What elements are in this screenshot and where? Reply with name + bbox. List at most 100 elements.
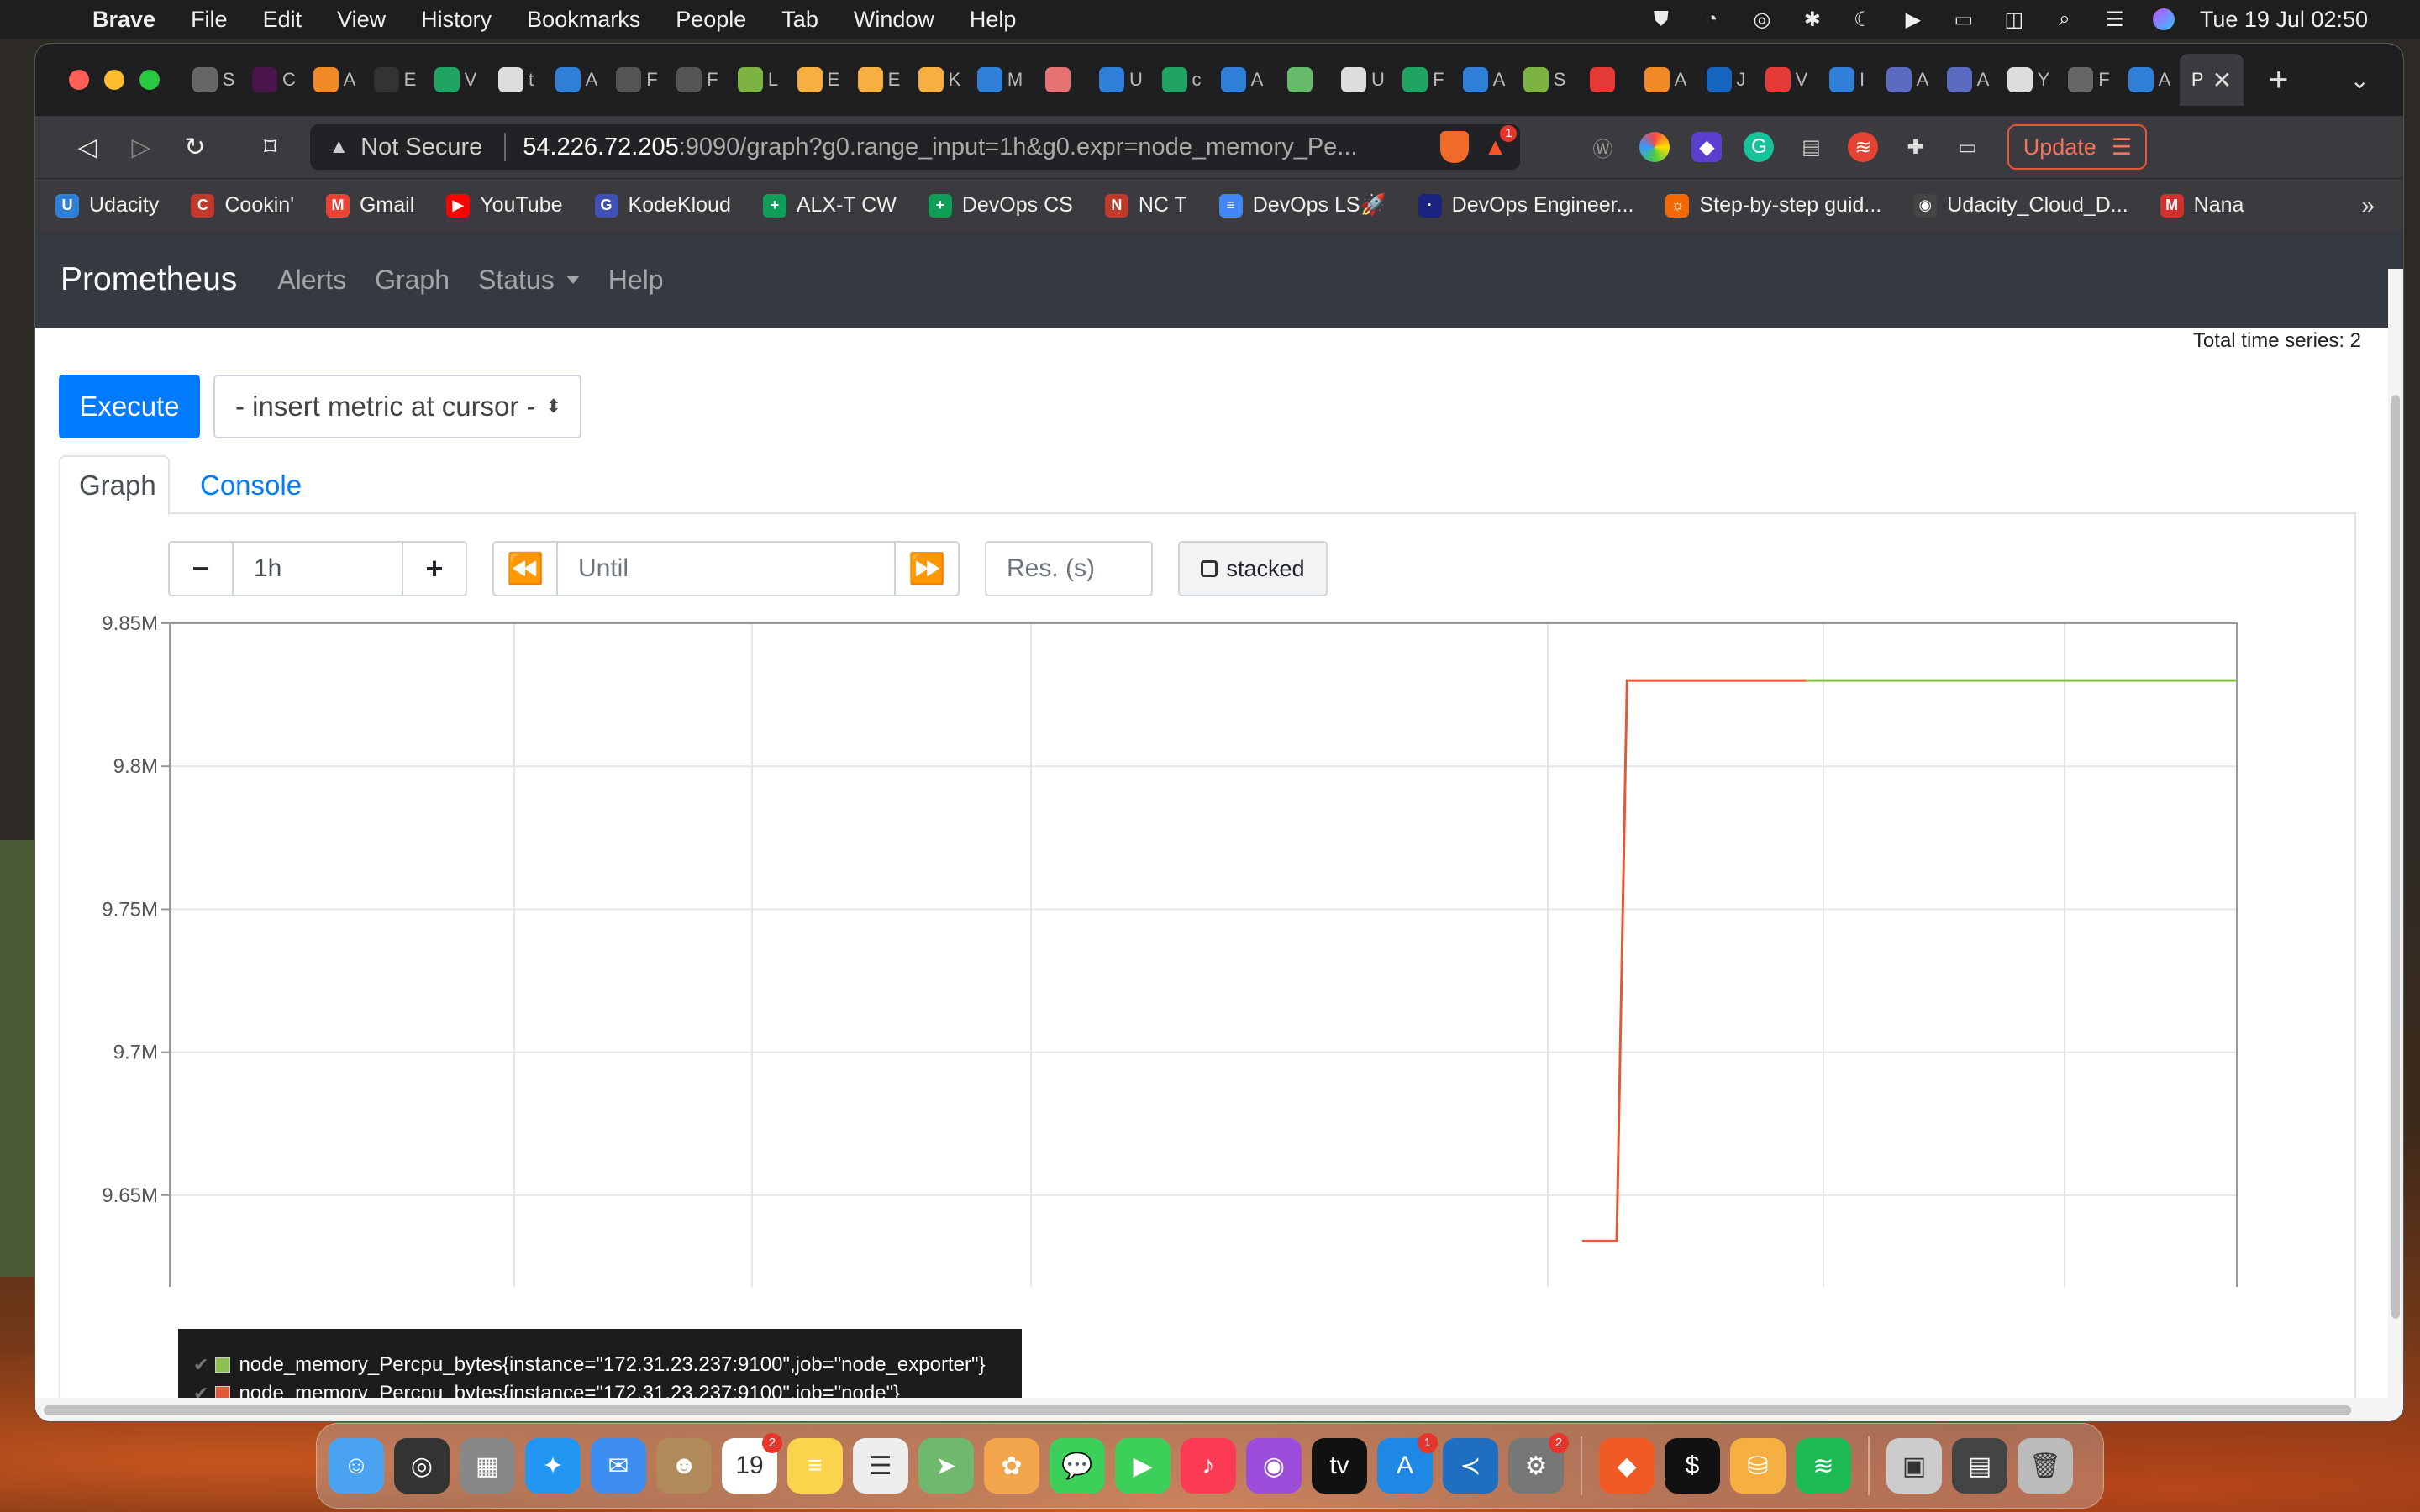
browser-tab[interactable]: M [970,54,1030,106]
terminal-icon[interactable]: $ [1665,1438,1720,1494]
horizontal-scrollbar[interactable] [35,1398,2403,1421]
new-tab-button[interactable]: + [2269,61,2288,99]
menu-people[interactable]: People [676,7,746,33]
spotlight-search-icon[interactable]: ⌕ [2052,7,2077,32]
browser-tab[interactable]: A [1877,54,1938,106]
vpn-icon[interactable]: ◔ [1699,7,1724,32]
menu-help[interactable]: Help [970,7,1017,33]
menu-tab[interactable]: Tab [781,7,818,33]
tab-manager-icon[interactable]: ▤ [1796,132,1826,162]
brave-icon[interactable]: ◆ [1599,1438,1655,1494]
nav-help[interactable]: Help [608,265,664,296]
launchpad-icon[interactable]: ▦ [460,1438,515,1494]
zoom-window-button[interactable] [139,70,160,90]
tv-icon[interactable]: tv [1312,1438,1367,1494]
nav-graph[interactable]: Graph [375,265,450,296]
bookmark-item[interactable]: ☼ Step-by-step guid... [1665,193,1881,218]
browser-tab[interactable]: F [1393,54,1454,106]
display-icon[interactable]: ◫ [2002,7,2027,32]
browser-tab[interactable]: J [1696,54,1756,106]
bookmark-item[interactable]: U Udacity [55,193,159,218]
browser-tab[interactable]: A [1635,54,1696,106]
mail-icon[interactable]: ✉ [591,1438,646,1494]
reminders-icon[interactable]: ☰ [853,1438,908,1494]
color-picker-extension-icon[interactable] [1639,132,1670,162]
menu-edit[interactable]: Edit [263,7,302,33]
update-button[interactable]: Update ☰ [2007,124,2148,170]
browser-tab[interactable]: L [728,54,788,106]
preview-icon[interactable]: ▣ [1886,1438,1942,1494]
tableplus-icon[interactable]: ⛁ [1730,1438,1786,1494]
browser-tab[interactable]: U [1333,54,1393,106]
stacked-toggle[interactable]: stacked [1178,541,1328,596]
grammarly-icon[interactable]: G [1744,132,1775,162]
browser-tab[interactable]: I [1817,54,1877,106]
increase-range-button[interactable]: + [402,541,467,596]
nav-alerts[interactable]: Alerts [277,265,346,296]
rewind-button[interactable]: ⏪ [492,541,558,596]
browser-tab[interactable]: c [1151,54,1212,106]
moon-icon[interactable]: ☾ [1850,7,1876,32]
notes-icon[interactable]: ≡ [787,1438,843,1494]
menu-clock[interactable]: Tue 19 Jul 02:50 [2200,7,2368,33]
brave-shields-icon[interactable] [1439,131,1469,163]
browser-tab[interactable]: Y [1998,54,2059,106]
browser-tab[interactable]: S [183,54,244,106]
browser-tab[interactable]: F [667,54,728,106]
play-icon[interactable]: ▶ [1901,7,1926,32]
decrease-range-button[interactable]: − [168,541,234,596]
bookmark-item[interactable]: · DevOps Engineer... [1418,193,1634,218]
until-input[interactable]: Until [558,541,894,596]
menu-view[interactable]: View [337,7,386,33]
system-preferences-icon[interactable]: ⚙ 2 [1508,1433,1569,1494]
line-chart[interactable]: 9.85M9.8M9.75M9.7M9.65M01:0001:1501:3001… [60,615,2358,1287]
safari-icon[interactable]: ✦ [525,1438,581,1494]
browser-tab[interactable]: V [1756,54,1817,106]
siri-icon[interactable]: ◎ [394,1438,450,1494]
bookmarks-overflow-icon[interactable]: » [2361,192,2375,219]
vscode-icon[interactable]: ≺ [1443,1438,1498,1494]
fast-forward-button[interactable]: ⏩ [894,541,960,596]
brave-rewards-icon[interactable]: ▲ 1 [1484,125,1518,160]
browser-tab[interactable]: E [849,54,909,106]
bookmark-item[interactable]: G KodeKloud [594,193,731,218]
minimize-window-button[interactable] [104,70,124,90]
photos-icon[interactable]: ✿ [984,1438,1039,1494]
close-tab-icon[interactable]: ✕ [2212,66,2232,94]
app-store-icon[interactable]: A1 [1377,1433,1438,1494]
nav-status-dropdown[interactable]: Status [478,265,580,296]
forward-icon[interactable]: ▷ [114,133,168,162]
bookmark-item[interactable]: N NC T [1104,193,1187,218]
menu-window[interactable]: Window [854,7,934,33]
browser-tab[interactable]: t [486,54,546,106]
bookmark-item[interactable]: M Nana [2160,193,2244,218]
close-window-button[interactable] [69,70,89,90]
browser-tab[interactable]: S [1514,54,1575,106]
tab-graph[interactable]: Graph [59,455,170,516]
multi-extension-icon[interactable]: ◆ [1691,132,1723,162]
todoist-icon[interactable]: ≋ [1848,132,1879,162]
menu-history[interactable]: History [421,7,492,33]
wallet-icon[interactable]: ▭ [1952,132,1982,162]
menu-file[interactable]: File [191,7,228,33]
bookmark-item[interactable]: ≡ DevOps LS🚀 [1218,193,1386,218]
browser-tab[interactable]: C [244,54,304,106]
browser-tab[interactable] [1272,54,1333,106]
battery-icon[interactable]: ▭ [1951,7,1976,32]
tab-search-chevron-icon[interactable]: ⌄ [2350,66,2370,94]
execute-button[interactable]: Execute [59,375,200,438]
browser-tab[interactable]: A [1212,54,1272,106]
vertical-scroll-thumb[interactable] [2391,395,2400,1319]
browser-tab[interactable]: K [909,54,970,106]
wordpress-extension-icon[interactable]: Ⓦ [1587,132,1618,162]
finder-icon[interactable]: ☺ [329,1438,384,1494]
browser-tab[interactable] [1030,54,1091,106]
bookmark-icon[interactable]: ⌑ [264,133,276,162]
podcasts-icon[interactable]: ◉ [1246,1438,1302,1494]
browser-tab[interactable]: E [365,54,425,106]
tab-console[interactable]: Console [182,455,320,516]
back-icon[interactable]: ◁ [60,133,114,162]
browser-tab[interactable]: F [607,54,667,106]
bookmark-item[interactable]: M Gmail [325,193,414,218]
trash-icon[interactable]: 🗑 [2018,1438,2073,1494]
